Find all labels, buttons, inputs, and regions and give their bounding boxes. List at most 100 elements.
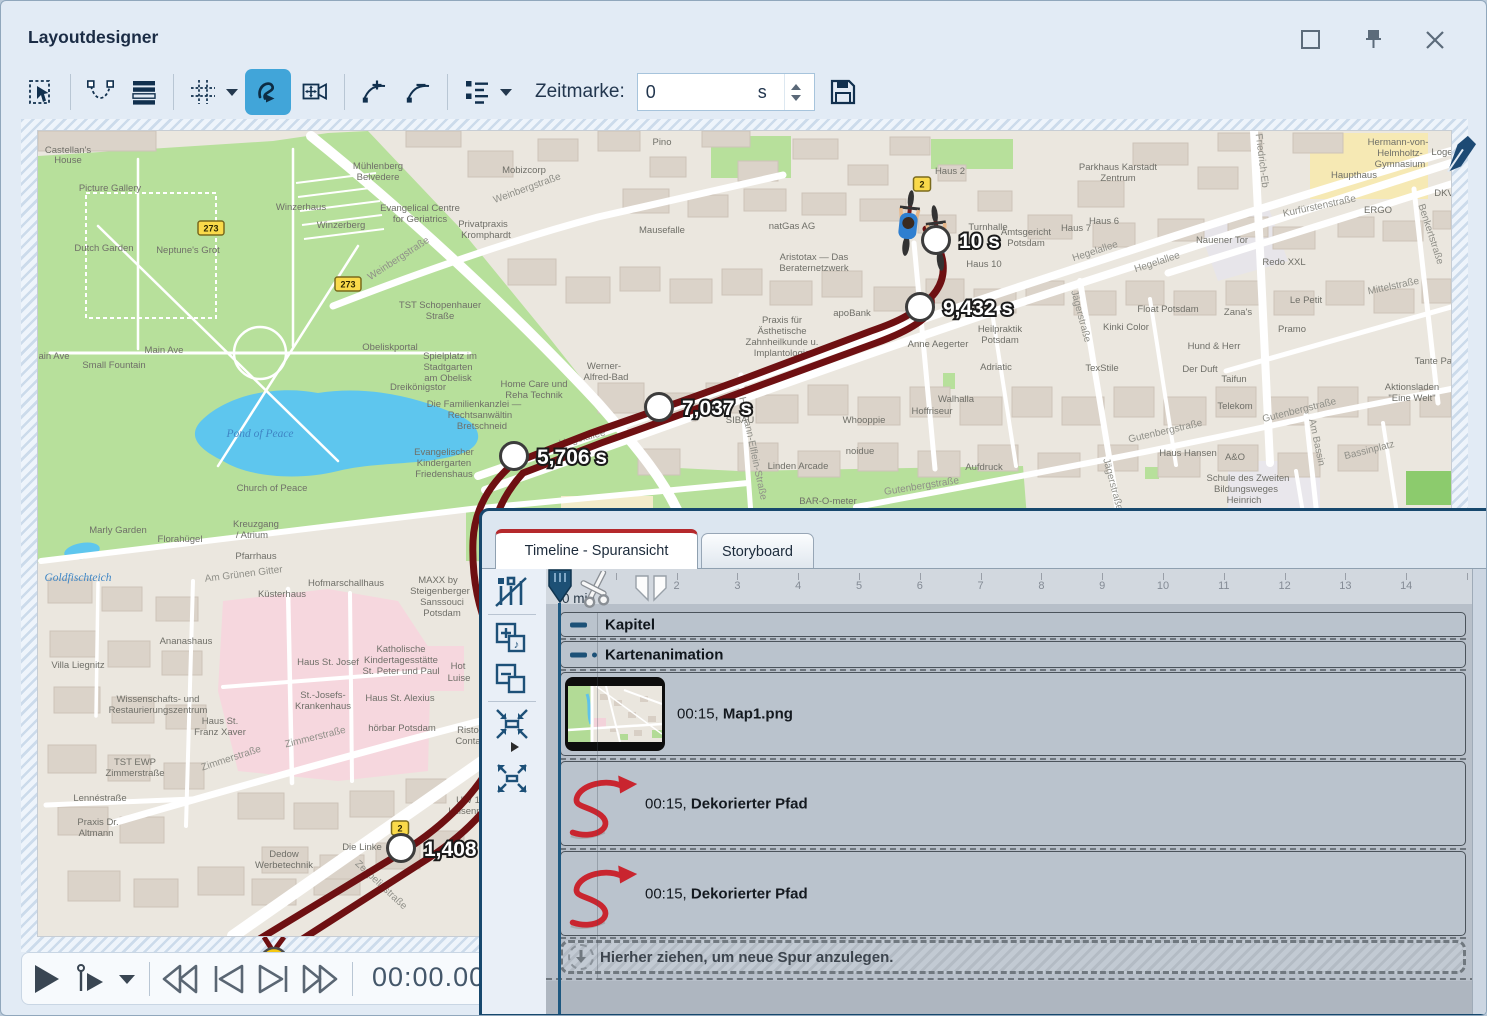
svg-text:Pond of Peace: Pond of Peace	[225, 428, 293, 440]
svg-text:Katholische: Katholische	[376, 644, 425, 655]
rewind-button[interactable]	[158, 963, 202, 995]
track-list-icon	[131, 78, 157, 106]
play-button[interactable]	[32, 963, 62, 995]
camera-pan-tool-button[interactable]	[295, 71, 335, 113]
svg-text:Pfarrhaus: Pfarrhaus	[235, 551, 276, 562]
clip-dekorierter-pfad-1[interactable]: 00:15, Dekorierter Pfad	[560, 761, 1466, 846]
svg-text:Winzerberg: Winzerberg	[317, 220, 366, 231]
svg-text:Kinki Color: Kinki Color	[1103, 322, 1149, 333]
svg-text:Linden Arcade: Linden Arcade	[768, 461, 829, 472]
toolbar-separator	[447, 74, 448, 110]
svg-text:Hot: Hot	[451, 661, 466, 672]
zeitmarke-spinner[interactable]	[784, 74, 807, 110]
svg-text:Potsdam: Potsdam	[981, 335, 1019, 346]
select-tool-button[interactable]	[21, 71, 61, 113]
zeitmarke-label: Zeitmarke:	[535, 81, 625, 103]
track-divider	[560, 937, 1466, 939]
cut-tool-icon[interactable]	[578, 571, 620, 609]
svg-text:Main Ave: Main Ave	[145, 345, 184, 356]
new-track-dropzone[interactable]: Hierher ziehen, um neue Spur anzulegen.	[560, 940, 1466, 974]
expand-tracks-button[interactable]	[494, 761, 534, 797]
svg-text:St.-Josefs-: St.-Josefs-	[300, 690, 345, 701]
svg-text:Haupthaus: Haupthaus	[1331, 170, 1377, 181]
svg-text:Mausefalle: Mausefalle	[639, 225, 685, 236]
collapse-minus-icon[interactable]	[570, 622, 587, 627]
collapse-minus-icon[interactable]	[570, 652, 587, 657]
svg-text:Haus 7: Haus 7	[1061, 223, 1091, 234]
split-tool-icon[interactable]	[634, 575, 670, 603]
spinner-up-icon[interactable]	[791, 84, 801, 90]
node-add-tool-button[interactable]	[354, 71, 394, 113]
svg-text:Pramo: Pramo	[1278, 324, 1306, 335]
tab-storyboard[interactable]: Storyboard	[701, 533, 814, 569]
track-list-tool-button[interactable]	[124, 71, 164, 113]
pin-button[interactable]	[1361, 27, 1387, 53]
node-remove-icon	[406, 79, 431, 105]
save-button[interactable]	[823, 71, 863, 113]
svg-text:Hund & Herr: Hund & Herr	[1188, 341, 1241, 352]
toggle-track-display-button[interactable]	[494, 575, 534, 609]
svg-text:Belvedere: Belvedere	[357, 172, 400, 183]
clip-map1[interactable]: 00:15, Map1.png	[560, 672, 1466, 756]
ruler-tick-label: 10	[1157, 580, 1169, 592]
svg-text:Zahnheilkunde u.: Zahnheilkunde u.	[746, 337, 819, 348]
svg-text:Zimmerstraße: Zimmerstraße	[105, 768, 164, 779]
playhead-line[interactable]	[558, 603, 561, 1016]
ruler-tick-label: 7	[978, 580, 984, 592]
timeline-scrollbar[interactable]	[1472, 569, 1487, 1014]
svg-text:Praxis Dr.: Praxis Dr.	[77, 817, 118, 828]
maximize-button[interactable]	[1298, 27, 1324, 53]
svg-text:Dedow: Dedow	[269, 849, 299, 860]
remove-track-button[interactable]	[494, 662, 534, 696]
collapse-options-arrow[interactable]	[510, 741, 522, 753]
grid-dropdown-arrow[interactable]	[226, 89, 238, 96]
svg-text:ain Ave: ain Ave	[39, 351, 70, 362]
skip-start-button[interactable]	[210, 963, 248, 995]
svg-text:Zentrum: Zentrum	[1100, 173, 1135, 184]
svg-text:House: House	[54, 155, 81, 166]
svg-text:Haus 10: Haus 10	[966, 259, 1001, 270]
node-remove-tool-button[interactable]	[398, 71, 438, 113]
svg-text:Friedenshaus: Friedenshaus	[415, 469, 473, 480]
playhead-handle[interactable]	[548, 569, 572, 604]
outline-list-tool-button[interactable]	[457, 71, 497, 113]
svg-text:Werner-: Werner-	[587, 361, 621, 372]
svg-text:Whooppie: Whooppie	[843, 415, 886, 426]
spinner-down-icon[interactable]	[791, 95, 801, 101]
outline-dropdown-arrow[interactable]	[500, 89, 512, 96]
track-group-kartenanimation[interactable]: Kartenanimation	[560, 641, 1466, 668]
collapse-tracks-button[interactable]	[494, 707, 534, 741]
fast-forward-button[interactable]	[298, 963, 342, 995]
grid-tool-button[interactable]	[183, 71, 223, 113]
select-icon	[28, 78, 54, 106]
toolbar-separator	[173, 74, 174, 110]
clip-dekorierter-pfad-2[interactable]: 00:15, Dekorierter Pfad	[560, 851, 1466, 936]
timeline-ruler[interactable]: 234567891011121314	[546, 569, 1473, 605]
svg-text:hörbar Potsdam: hörbar Potsdam	[368, 723, 436, 734]
timeline-panel: Timeline - Spuransicht Storyboard ♪	[479, 508, 1487, 1016]
path-draw-tool-button[interactable]	[245, 69, 291, 115]
svg-text:for Geriatrics: for Geriatrics	[393, 214, 448, 225]
svg-text:Le Petit: Le Petit	[1290, 295, 1323, 306]
svg-text:Potsdam: Potsdam	[1007, 238, 1045, 249]
ruler-tick	[1285, 573, 1286, 580]
tab-timeline-spuransicht[interactable]: Timeline - Spuransicht	[495, 529, 698, 569]
svg-text:Anne Aegerter: Anne Aegerter	[908, 339, 969, 350]
ruler-tick	[1041, 573, 1042, 580]
svg-text:Praxis für: Praxis für	[762, 315, 802, 326]
skip-end-button[interactable]	[254, 963, 292, 995]
zeitmarke-input[interactable]	[638, 81, 758, 104]
svg-text:Dutch Garden: Dutch Garden	[74, 243, 133, 254]
svg-text:Reha Technik: Reha Technik	[505, 390, 563, 401]
svg-text:ERGO: ERGO	[1364, 205, 1392, 216]
track-group-kapitel[interactable]: Kapitel	[560, 612, 1466, 637]
close-button[interactable]	[1422, 27, 1448, 53]
svg-text:Pino: Pino	[652, 137, 671, 148]
play-from-marker-button[interactable]	[74, 963, 108, 995]
curve-nodes-tool-button[interactable]	[80, 71, 120, 113]
ruler-tick-label: 2	[674, 580, 680, 592]
add-track-button[interactable]: ♪	[494, 621, 534, 655]
svg-text:Ananashaus: Ananashaus	[160, 636, 213, 647]
svg-text:Marly Garden: Marly Garden	[89, 525, 147, 536]
play-options-dropdown[interactable]	[118, 973, 136, 985]
